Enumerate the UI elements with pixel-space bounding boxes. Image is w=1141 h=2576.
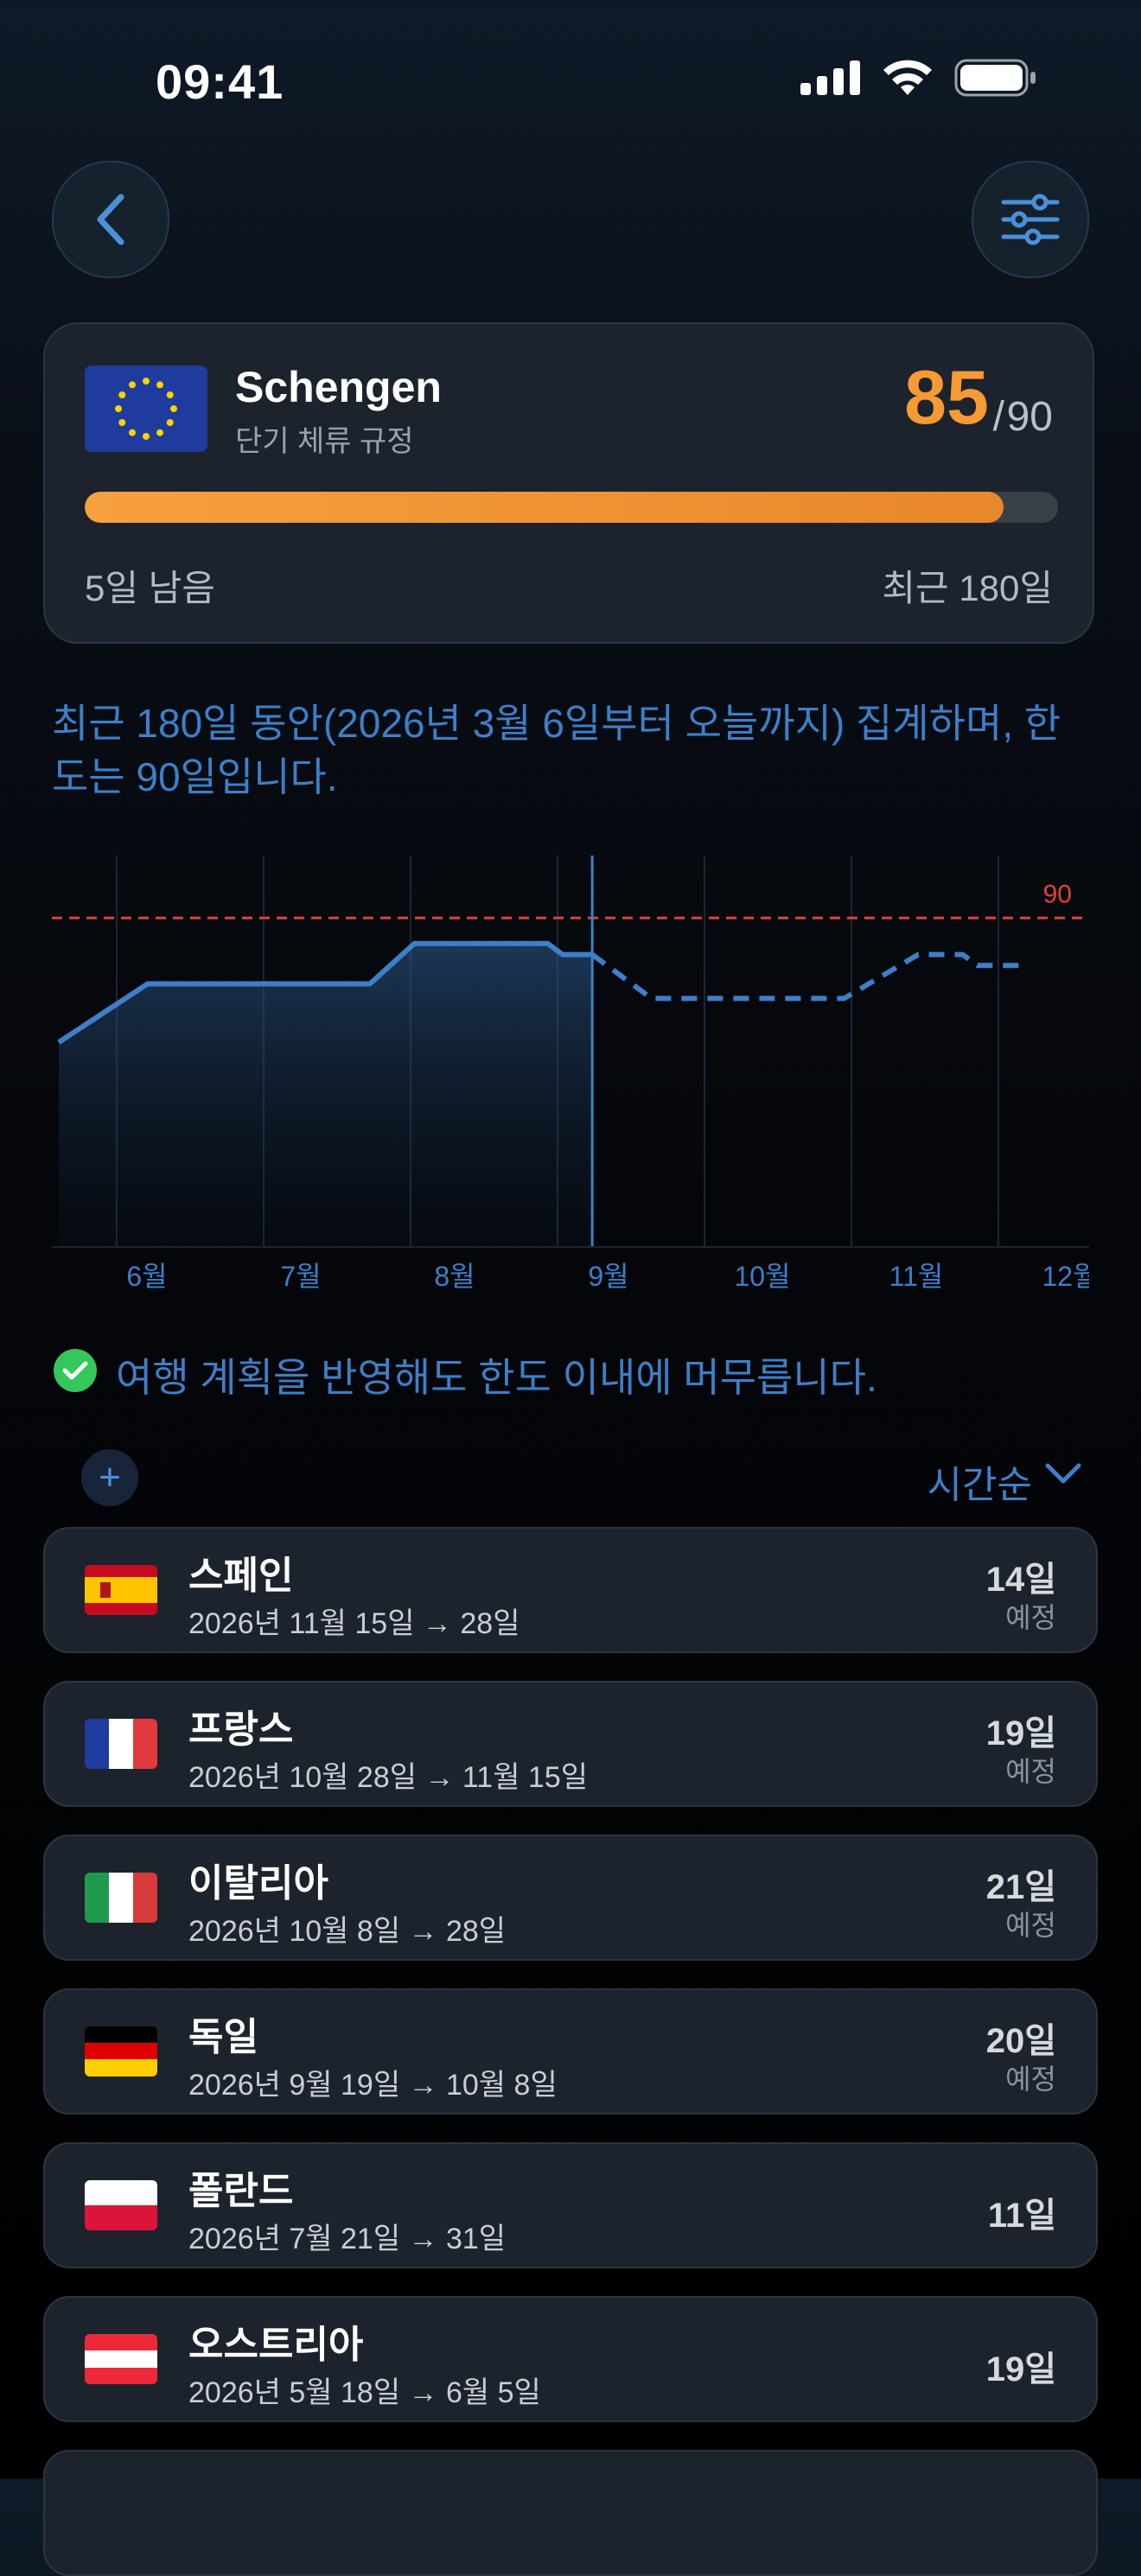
signal-icon xyxy=(800,60,860,95)
x-tick-label: 10월 xyxy=(734,1261,790,1292)
status-message: 여행 계획을 반영해도 한도 이내에 머무릅니다. xyxy=(116,1355,877,1400)
trip-status-tag: 예정 xyxy=(1005,2064,1056,2095)
trip-country: 프랑스 xyxy=(188,1708,294,1751)
zone-title: Schengen xyxy=(235,363,442,411)
window-label: 최근 180일 xyxy=(882,568,1053,608)
usage-progress-bar xyxy=(85,492,1058,523)
chevron-down-icon[interactable] xyxy=(1044,1460,1082,1486)
trip-country: 독일 xyxy=(188,2016,258,2058)
trip-card[interactable]: 이탈리아 2026년 10월 8일 → 28일 21일예정 xyxy=(43,1835,1098,1961)
germany-flag-icon xyxy=(85,2026,157,2077)
trip-dates: 2026년 5월 18일 → 6월 5일 xyxy=(188,2376,541,2409)
trip-card-partial[interactable] xyxy=(43,2450,1098,2576)
x-tick-label: 6월 xyxy=(126,1261,167,1292)
trip-days: 14일 xyxy=(985,1561,1056,1599)
trip-status-tag: 예정 xyxy=(1005,1602,1056,1633)
trip-country: 이탈리아 xyxy=(188,1862,328,1905)
x-tick-label: 12월 xyxy=(1042,1261,1089,1292)
usage-chart: 90 6월 7월 8월 9월 10월 11월 12월 xyxy=(52,855,1089,1292)
limit-label: 90 xyxy=(1043,880,1072,908)
austria-flag-icon xyxy=(85,2334,157,2384)
trip-days: 11일 xyxy=(987,2197,1056,2235)
eu-flag-icon xyxy=(85,366,207,452)
trip-country: 오스트리아 xyxy=(188,2324,364,2366)
trip-dates: 2026년 10월 8일 → 28일 xyxy=(188,1915,507,1948)
schengen-summary-card[interactable]: Schengen 단기 체류 규정 85 / 90 5일 남음 최근 180일 xyxy=(43,322,1094,644)
series-line-dashed xyxy=(590,951,1023,1002)
usage-progress-fill xyxy=(85,492,1004,523)
days-limit: 90 xyxy=(1006,394,1053,440)
trip-status-tag: 예정 xyxy=(1005,1756,1056,1787)
zone-subtitle: 단기 체류 규정 xyxy=(235,425,414,458)
trip-card[interactable]: 프랑스 2026년 10월 28일 → 11월 15일 19일예정 xyxy=(43,1681,1098,1807)
trip-days: 19일 xyxy=(985,1714,1056,1752)
trip-dates: 2026년 9월 19일 → 10월 8일 xyxy=(188,2069,558,2102)
wifi-icon xyxy=(883,60,932,95)
trip-dates: 2026년 10월 28일 → 11월 15일 xyxy=(188,1761,589,1794)
days-remaining: 5일 남음 xyxy=(85,568,215,608)
trip-days: 20일 xyxy=(985,2022,1056,2060)
trip-status-tag: 예정 xyxy=(1005,1910,1056,1941)
trip-days: 21일 xyxy=(985,1868,1056,1906)
italy-flag-icon xyxy=(85,1873,157,1923)
rule-description: 최근 180일 동안(2026년 3월 6일부터 오늘까지) 집계하며, 한도는… xyxy=(52,701,1061,799)
battery-icon xyxy=(954,59,1036,97)
trip-card[interactable]: 스페인 2026년 11월 15일 → 28일 14일 예정 xyxy=(43,1527,1098,1653)
filter-button[interactable] xyxy=(972,161,1089,278)
x-tick-label: 7월 xyxy=(280,1261,321,1292)
limit-slash: / xyxy=(992,394,1004,440)
x-tick-label: 11월 xyxy=(889,1261,944,1292)
trip-days: 19일 xyxy=(985,2350,1056,2388)
check-circle-icon xyxy=(54,1349,97,1392)
trip-country: 스페인 xyxy=(188,1555,294,1597)
back-button[interactable] xyxy=(52,161,169,278)
x-tick-label: 8월 xyxy=(434,1261,475,1292)
x-tick-label: 9월 xyxy=(588,1261,628,1292)
france-flag-icon xyxy=(85,1719,157,1769)
trip-country: 폴란드 xyxy=(188,2170,294,2212)
sliders-icon xyxy=(1001,194,1060,245)
chevron-left-icon xyxy=(97,194,124,245)
trip-card[interactable]: 독일 2026년 9월 19일 → 10월 8일 20일예정 xyxy=(43,1988,1098,2115)
poland-flag-icon xyxy=(85,2180,157,2230)
trip-card[interactable]: 폴란드 2026년 7월 21일 → 31일 11일 xyxy=(43,2142,1098,2268)
status-time: 09:41 xyxy=(156,54,284,109)
trip-dates: 2026년 11월 15일 → 28일 xyxy=(188,1607,520,1640)
days-used: 85 xyxy=(904,354,989,440)
spain-flag-icon xyxy=(85,1565,157,1615)
status-icons xyxy=(800,59,1037,97)
trip-dates: 2026년 7월 21일 → 31일 xyxy=(188,2223,507,2255)
add-trip-button[interactable]: + xyxy=(81,1449,138,1506)
sort-dropdown[interactable]: 시간순 xyxy=(927,1453,1032,1509)
trip-card[interactable]: 오스트리아 2026년 5월 18일 → 6월 5일 19일 xyxy=(43,2296,1098,2422)
